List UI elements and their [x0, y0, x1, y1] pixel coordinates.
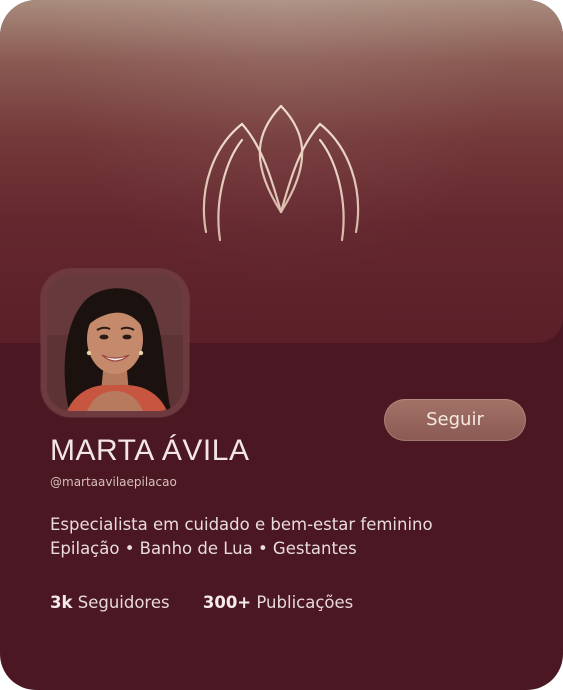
- posts-count: 300+: [202, 593, 252, 612]
- avatar-frame: [41, 269, 189, 417]
- bio-line-2: Epilação • Banho de Lua • Gestantes: [50, 539, 357, 558]
- profile-name: MARTA ÁVILA: [50, 434, 250, 467]
- lotus-m-logo-icon: [202, 104, 360, 242]
- profile-bio: Especialista em cuidado e bem-estar femi…: [50, 513, 433, 561]
- followers-stat[interactable]: 3k Seguidores: [50, 593, 170, 612]
- profile-handle[interactable]: @martaavilaepilacao: [50, 475, 177, 489]
- followers-count: 3k: [50, 593, 73, 612]
- bio-line-1: Especialista em cuidado e bem-estar femi…: [50, 515, 433, 534]
- follow-button[interactable]: Seguir: [384, 399, 526, 441]
- avatar[interactable]: [47, 275, 183, 411]
- posts-label: Publicações: [256, 593, 354, 612]
- profile-photo: [47, 275, 183, 411]
- profile-stats: 3k Seguidores 300+ Publicações: [50, 593, 353, 612]
- followers-label: Seguidores: [77, 593, 170, 612]
- posts-stat[interactable]: 300+ Publicações: [203, 593, 353, 612]
- profile-card: Seguir MARTA ÁVILA @martaavilaepilacao E…: [0, 0, 563, 690]
